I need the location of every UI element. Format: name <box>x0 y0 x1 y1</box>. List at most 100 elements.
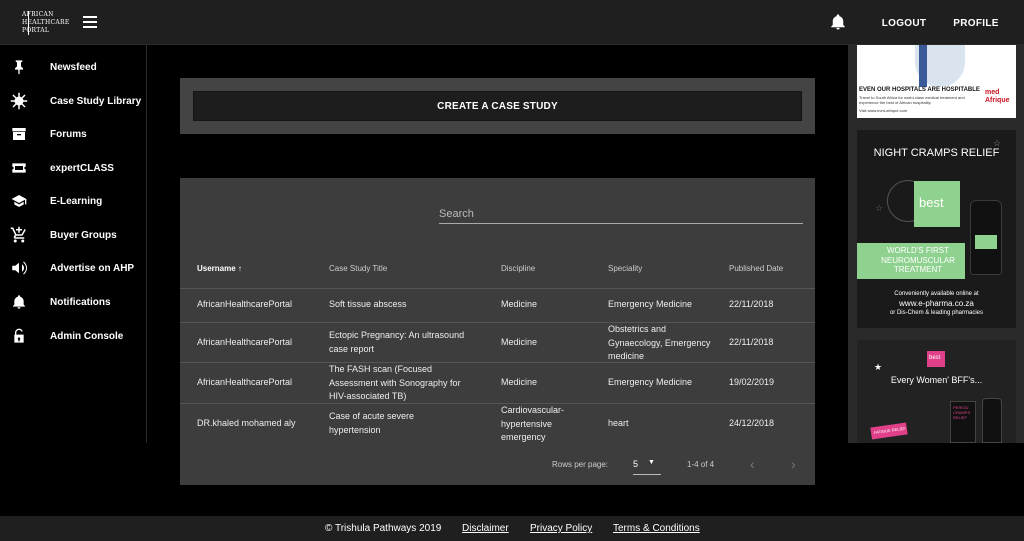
unlock-icon <box>10 327 28 345</box>
sidebar-item-admin-console[interactable]: Admin Console <box>0 321 147 351</box>
create-case-study-button[interactable]: CREATE A CASE STUDY <box>193 91 802 121</box>
ad1-brand: med Afrique <box>985 89 1010 104</box>
ad3-box1: PERIOD CRAMPS RELIEF <box>953 405 971 420</box>
logo-line-3: PORTAL <box>22 27 50 34</box>
virus-icon <box>10 92 28 110</box>
megaphone-icon <box>10 259 28 277</box>
cell-speciality: Obstetrics and Gynaecology, Emergency me… <box>608 324 711 361</box>
ad2-product-box: best <box>914 181 960 227</box>
table-row[interactable]: AfricanHealthcarePortal Soft tissue absc… <box>180 289 815 323</box>
sidebar-item-label: Newsfeed <box>50 61 97 73</box>
ad-photo-detail <box>919 45 927 87</box>
sidebar-item-label: expertCLASS <box>50 162 114 174</box>
logo[interactable]: AFRICAN HEALTHCARE PORTAL <box>22 11 80 35</box>
sidebar-item-label: Buyer Groups <box>50 229 117 241</box>
rows-per-page-label: Rows per page: <box>552 460 609 469</box>
cell-speciality: Emergency Medicine <box>608 299 693 309</box>
ad3-product-box: PERIOD CRAMPS RELIEF <box>950 401 976 443</box>
ad3-brand: best <box>929 355 941 361</box>
ad3-fatigue-box: FATIGUE RELIEF <box>870 422 908 440</box>
ad2-footer1: Conveniently available online at <box>894 291 979 297</box>
next-page-icon[interactable]: › <box>791 456 796 472</box>
table-row[interactable]: AfricanHealthcarePortal Ectopic Pregnanc… <box>180 323 815 363</box>
ad2-tagline: WORLD'S FIRST NEUROMUSCULAR TREATMENT <box>881 246 955 274</box>
graduation-cap-icon <box>10 192 28 210</box>
sort-arrow-up-icon: ↑ <box>237 264 242 273</box>
search-input[interactable] <box>439 204 803 224</box>
star-icon: ☆ <box>875 203 884 213</box>
ad-med-afrique[interactable]: EVEN OUR HOSPITALS ARE HOSPITABLE Travel… <box>857 45 1016 118</box>
sidebar-item-e-learning[interactable]: E-Learning <box>0 186 147 216</box>
column-header-username[interactable]: Username ↑ <box>197 264 242 273</box>
sidebar: Newsfeed Case Study Library Forums exper… <box>0 45 147 443</box>
pagination: Rows per page: 5 ▼ 1-4 of 4 ‹ › <box>180 445 815 485</box>
rows-per-page-select[interactable]: 5 ▼ <box>633 456 661 475</box>
sidebar-item-case-study-library[interactable]: Case Study Library <box>0 86 147 116</box>
ad-night-cramps[interactable]: NIGHT CRAMPS RELIEF ☆ ☆ best WORLD'S FIR… <box>857 130 1016 328</box>
prev-page-icon[interactable]: ‹ <box>750 456 755 472</box>
cart-plus-icon <box>10 226 28 244</box>
cell-title: Ectopic Pregnancy: An ultrasound case re… <box>329 330 465 354</box>
footer: © Trishula Pathways 2019 Disclaimer Priv… <box>0 516 1024 541</box>
notification-bell-icon[interactable] <box>829 13 847 31</box>
cell-discipline: Medicine <box>501 337 538 347</box>
ad1-body: Travel to South Africa for world-class m… <box>859 95 965 105</box>
sidebar-item-label: Forums <box>50 128 87 140</box>
column-header-discipline[interactable]: Discipline <box>501 264 535 273</box>
cell-username: AfricanHealthcarePortal <box>197 299 293 309</box>
rows-per-page-value: 5 <box>633 459 639 469</box>
sidebar-item-advertise[interactable]: Advertise on AHP <box>0 253 147 283</box>
logo-line-1: AFRICAN <box>22 11 54 18</box>
logo-line-2: HEALTHCARE <box>22 19 70 26</box>
profile-button[interactable]: PROFILE <box>950 12 1002 34</box>
cell-discipline: Medicine <box>501 377 538 387</box>
ad1-url: Visit www.med-afrique.com <box>859 108 908 113</box>
terms-link[interactable]: Terms & Conditions <box>613 523 700 534</box>
ticket-icon <box>10 159 28 177</box>
cell-date: 22/11/2018 <box>729 337 774 347</box>
cell-date: 24/12/2018 <box>729 418 775 428</box>
sidebar-item-forums[interactable]: Forums <box>0 119 147 149</box>
cell-date: 22/11/2018 <box>729 299 774 309</box>
logout-button[interactable]: LOGOUT <box>878 12 930 34</box>
table-row[interactable]: AfricanHealthcarePortal The FASH scan (F… <box>180 363 815 404</box>
bell-icon <box>10 293 28 311</box>
archive-icon <box>10 125 28 143</box>
pin-icon <box>10 58 28 76</box>
sidebar-item-expertclass[interactable]: expertCLASS <box>0 153 147 183</box>
copyright: © Trishula Pathways 2019 <box>325 523 442 534</box>
create-case-study-panel: CREATE A CASE STUDY <box>180 78 815 134</box>
ad3-bottle <box>982 398 1002 443</box>
ad2-tagline-band: WORLD'S FIRST NEUROMUSCULAR TREATMENT <box>857 243 965 279</box>
ad-every-womens-bff[interactable]: best Every Women' BFF's... ★ PERIOD CRAM… <box>857 340 1016 443</box>
cell-date: 19/02/2019 <box>729 377 775 387</box>
column-header-title[interactable]: Case Study Title <box>329 264 387 273</box>
cell-username: AfricanHealthcarePortal <box>197 377 293 387</box>
cell-username: AfricanHealthcarePortal <box>197 337 293 347</box>
page-range: 1-4 of 4 <box>687 460 715 469</box>
cell-username: DR.khaled mohamed aly <box>197 418 296 428</box>
ad3-headline: Every Women' BFF's... <box>890 375 983 385</box>
privacy-policy-link[interactable]: Privacy Policy <box>530 523 592 534</box>
star-icon: ★ <box>874 362 883 372</box>
ad2-brand: best <box>919 195 944 210</box>
cell-discipline: Cardiovascular-hypertensive emergency <box>501 405 565 442</box>
column-header-published-date[interactable]: Published Date <box>729 264 783 273</box>
star-icon: ☆ <box>993 138 1002 148</box>
ad2-footer3: or Dis-Chem & leading pharmacies <box>889 310 984 316</box>
ad3-brand-box: best <box>927 351 945 367</box>
cell-speciality: Emergency Medicine <box>608 377 693 387</box>
sidebar-item-label: E-Learning <box>50 195 103 207</box>
ad1-headline: EVEN OUR HOSPITALS ARE HOSPITABLE <box>859 87 980 93</box>
table-row[interactable]: DR.khaled mohamed aly Case of acute seve… <box>180 404 815 445</box>
cell-title: The FASH scan (Focused Assessment with S… <box>329 364 461 401</box>
disclaimer-link[interactable]: Disclaimer <box>462 523 509 534</box>
sidebar-item-buyer-groups[interactable]: Buyer Groups <box>0 220 147 250</box>
column-header-speciality[interactable]: Speciality <box>608 264 642 273</box>
ad2-bottle <box>970 200 1002 275</box>
sidebar-item-label: Admin Console <box>50 330 124 342</box>
sidebar-item-notifications[interactable]: Notifications <box>0 287 147 317</box>
menu-icon[interactable] <box>83 16 97 28</box>
sidebar-item-newsfeed[interactable]: Newsfeed <box>0 52 147 82</box>
top-bar: AFRICAN HEALTHCARE PORTAL LOGOUT PROFILE <box>0 0 1024 45</box>
